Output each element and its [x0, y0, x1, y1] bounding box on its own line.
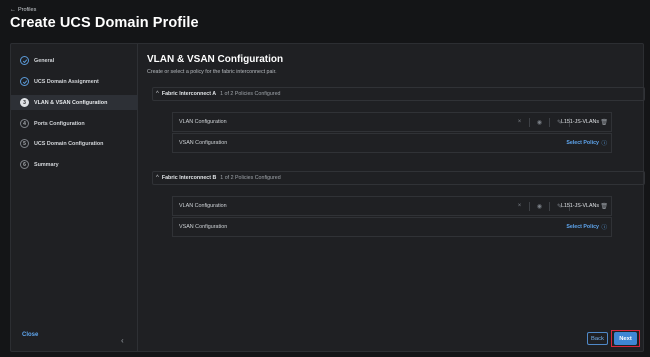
vlan-policy-name[interactable]: L151-JS-VLANs: [561, 119, 599, 125]
step-vlan-vsan-configuration[interactable]: 3 VLAN & VSAN Configuration: [11, 95, 138, 110]
section-description: Create or select a policy for the fabric…: [147, 69, 277, 75]
info-icon[interactable]: ⓘ: [601, 223, 607, 231]
vlan-label: VLAN Configuration: [179, 119, 227, 125]
chevron-up-icon: ^: [156, 175, 159, 181]
divider: [529, 117, 530, 127]
divider: [549, 201, 550, 211]
step-number: 4: [20, 119, 29, 128]
check-circle-icon: [20, 56, 29, 65]
main-content: VLAN & VSAN Configuration Create or sele…: [139, 44, 645, 351]
back-arrow-icon: ←: [10, 7, 16, 13]
clear-icon[interactable]: ×: [513, 203, 526, 209]
vlan-policy-name[interactable]: L151-JS-VLANs: [561, 203, 599, 209]
step-label: Summary: [34, 161, 59, 168]
fabric-a-vlan-row: VLAN Configuration × ◉ ✎ L151-JS-VLANs 🗑: [172, 112, 612, 132]
fabric-b-title: Fabric Interconnect B: [161, 175, 217, 181]
fabric-a-vsan-row: VSAN Configuration Select Policy ⓘ: [172, 133, 612, 153]
next-button-highlight: Next: [611, 330, 640, 347]
breadcrumb-profiles-link[interactable]: Profiles: [18, 7, 36, 13]
fabric-b-header[interactable]: ^ Fabric Interconnect B 1 of 2 Policies …: [152, 171, 645, 185]
breadcrumb[interactable]: ← Profiles: [10, 7, 36, 13]
step-number: 6: [20, 160, 29, 169]
fabric-b-count: 1 of 2 Policies Configured: [220, 175, 281, 181]
info-icon[interactable]: ⓘ: [601, 139, 607, 147]
trash-icon[interactable]: 🗑: [600, 119, 608, 126]
step-summary[interactable]: 6 Summary: [11, 157, 138, 172]
wizard-footer: Close Back Next: [11, 327, 643, 351]
vsan-label: VSAN Configuration: [179, 140, 228, 146]
divider: [529, 201, 530, 211]
select-policy-link[interactable]: Select Policy: [566, 140, 599, 146]
step-ucs-domain-assignment[interactable]: UCS Domain Assignment: [11, 74, 138, 89]
next-button[interactable]: Next: [614, 332, 637, 345]
step-label: Ports Configuration: [34, 120, 85, 127]
chevron-up-icon: ^: [156, 91, 159, 97]
step-label: UCS Domain Configuration: [34, 140, 104, 147]
clear-icon[interactable]: ×: [513, 119, 526, 125]
back-button[interactable]: Back: [587, 332, 608, 345]
step-ucs-domain-configuration[interactable]: 5 UCS Domain Configuration: [11, 136, 138, 151]
fabric-a-header[interactable]: ^ Fabric Interconnect A 1 of 2 Policies …: [152, 87, 645, 101]
fabric-a-count: 1 of 2 Policies Configured: [220, 91, 281, 97]
vlan-label: VLAN Configuration: [179, 203, 227, 209]
wizard-steps-sidebar: General UCS Domain Assignment 3 VLAN & V…: [11, 44, 138, 351]
trash-icon[interactable]: 🗑: [600, 203, 608, 210]
step-general[interactable]: General: [11, 53, 138, 68]
step-label: VLAN & VSAN Configuration: [34, 99, 108, 106]
fabric-b-vlan-row: VLAN Configuration × ◉ ✎ L151-JS-VLANs 🗑: [172, 196, 612, 216]
step-number: 3: [20, 98, 29, 107]
step-label: UCS Domain Assignment: [34, 78, 99, 85]
eye-icon[interactable]: ◉: [533, 119, 546, 126]
divider: [549, 117, 550, 127]
step-number: 5: [20, 139, 29, 148]
page-title: Create UCS Domain Profile: [10, 15, 199, 31]
step-label: General: [34, 57, 55, 64]
vsan-label: VSAN Configuration: [179, 224, 228, 230]
wizard-panel: General UCS Domain Assignment 3 VLAN & V…: [10, 43, 645, 352]
fabric-b-vsan-row: VSAN Configuration Select Policy ⓘ: [172, 217, 612, 237]
step-ports-configuration[interactable]: 4 Ports Configuration: [11, 116, 138, 131]
fabric-a-title: Fabric Interconnect A: [161, 91, 217, 97]
select-policy-link[interactable]: Select Policy: [566, 224, 599, 230]
eye-icon[interactable]: ◉: [533, 203, 546, 210]
close-button[interactable]: Close: [22, 332, 38, 338]
check-circle-icon: [20, 77, 29, 86]
section-heading: VLAN & VSAN Configuration: [147, 54, 284, 65]
